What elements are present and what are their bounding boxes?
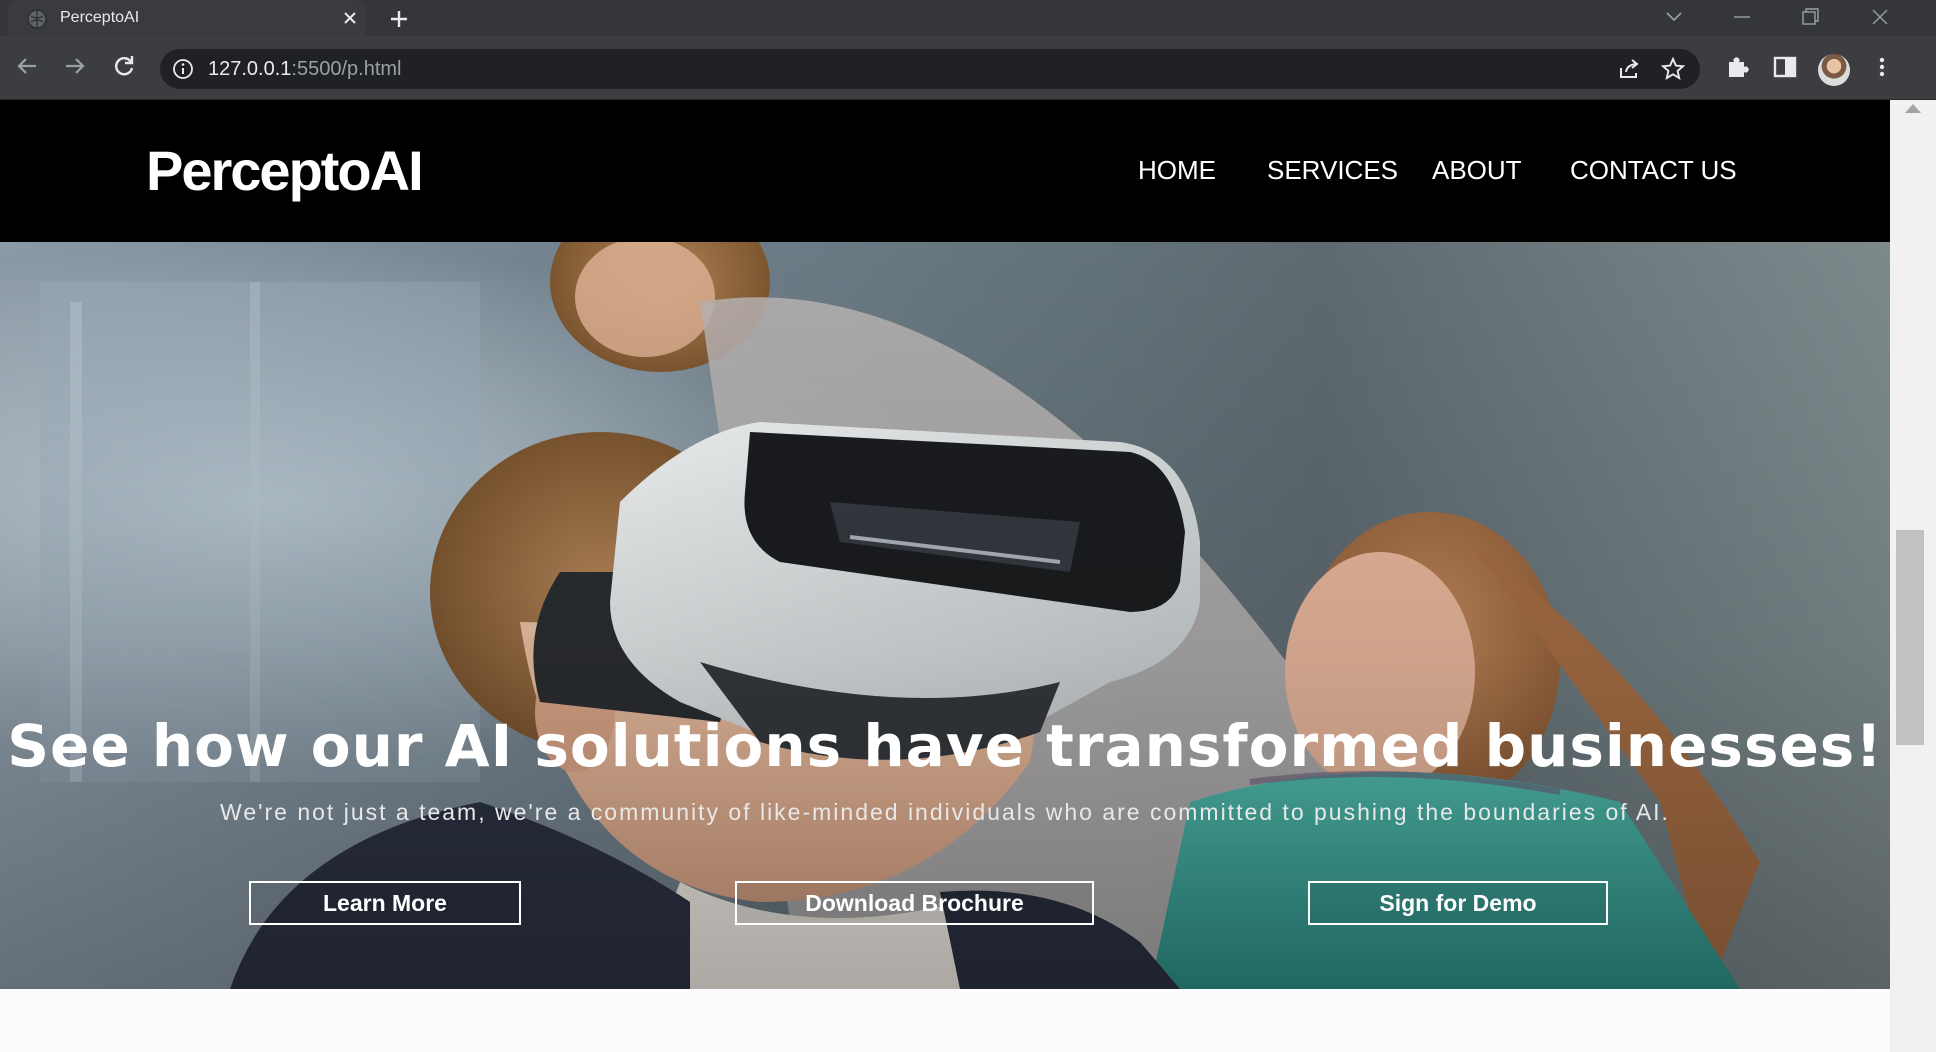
url-path: :5500/p.html — [291, 58, 402, 80]
page-viewport: PerceptoAI HOME SERVICES ABOUT CONTACT U… — [0, 100, 1890, 1052]
browser-tab-strip: PerceptoAI — [0, 0, 1936, 36]
bookmark-star-icon[interactable] — [1660, 56, 1686, 82]
site-header: PerceptoAI HOME SERVICES ABOUT CONTACT U… — [0, 100, 1890, 242]
learn-more-button[interactable]: Learn More — [249, 881, 521, 925]
address-bar[interactable]: 127.0.0.1:5500/p.html — [160, 49, 1700, 89]
new-tab-icon[interactable] — [386, 6, 412, 32]
hero-section: See how our AI solutions have transforme… — [0, 242, 1890, 989]
browser-tab[interactable]: PerceptoAI — [8, 0, 365, 36]
browser-toolbar: 127.0.0.1:5500/p.html — [0, 36, 1936, 100]
scroll-up-arrow-icon[interactable] — [1905, 104, 1921, 113]
tab-search-chevron-icon[interactable] — [1656, 4, 1692, 30]
extensions-puzzle-icon[interactable] — [1724, 53, 1752, 81]
profile-avatar[interactable] — [1818, 54, 1850, 86]
nav-services[interactable]: SERVICES — [1267, 155, 1398, 186]
forward-arrow-icon[interactable] — [60, 51, 90, 81]
restore-icon[interactable] — [1792, 4, 1828, 30]
share-icon[interactable] — [1616, 56, 1642, 82]
close-window-icon[interactable] — [1862, 4, 1898, 30]
hero-subtitle: We're not just a team, we're a community… — [220, 799, 1670, 825]
scrollbar-thumb[interactable] — [1896, 530, 1924, 745]
sign-for-demo-button[interactable]: Sign for Demo — [1308, 881, 1608, 925]
page-scrollbar[interactable] — [1890, 100, 1936, 1052]
hero-title: See how our AI solutions have transforme… — [7, 712, 1883, 780]
site-info-icon[interactable] — [172, 58, 194, 80]
close-tab-icon[interactable] — [340, 8, 360, 28]
nav-contact-us[interactable]: CONTACT US — [1570, 155, 1737, 186]
reload-icon[interactable] — [109, 51, 139, 81]
hero-overlay — [0, 242, 1890, 989]
back-arrow-icon[interactable] — [12, 51, 42, 81]
side-panel-icon[interactable] — [1771, 53, 1799, 81]
site-logo[interactable]: PerceptoAI — [146, 138, 424, 203]
url-text[interactable]: 127.0.0.1:5500/p.html — [208, 58, 402, 81]
nav-home[interactable]: HOME — [1138, 155, 1216, 186]
tab-title: PerceptoAI — [60, 9, 140, 26]
url-host: 127.0.0.1 — [208, 58, 292, 80]
download-brochure-button[interactable]: Download Brochure — [735, 881, 1094, 925]
nav-about[interactable]: ABOUT — [1432, 155, 1522, 186]
globe-favicon-icon — [27, 9, 47, 29]
more-menu-icon[interactable] — [1868, 53, 1896, 81]
minimize-icon[interactable] — [1724, 4, 1760, 30]
